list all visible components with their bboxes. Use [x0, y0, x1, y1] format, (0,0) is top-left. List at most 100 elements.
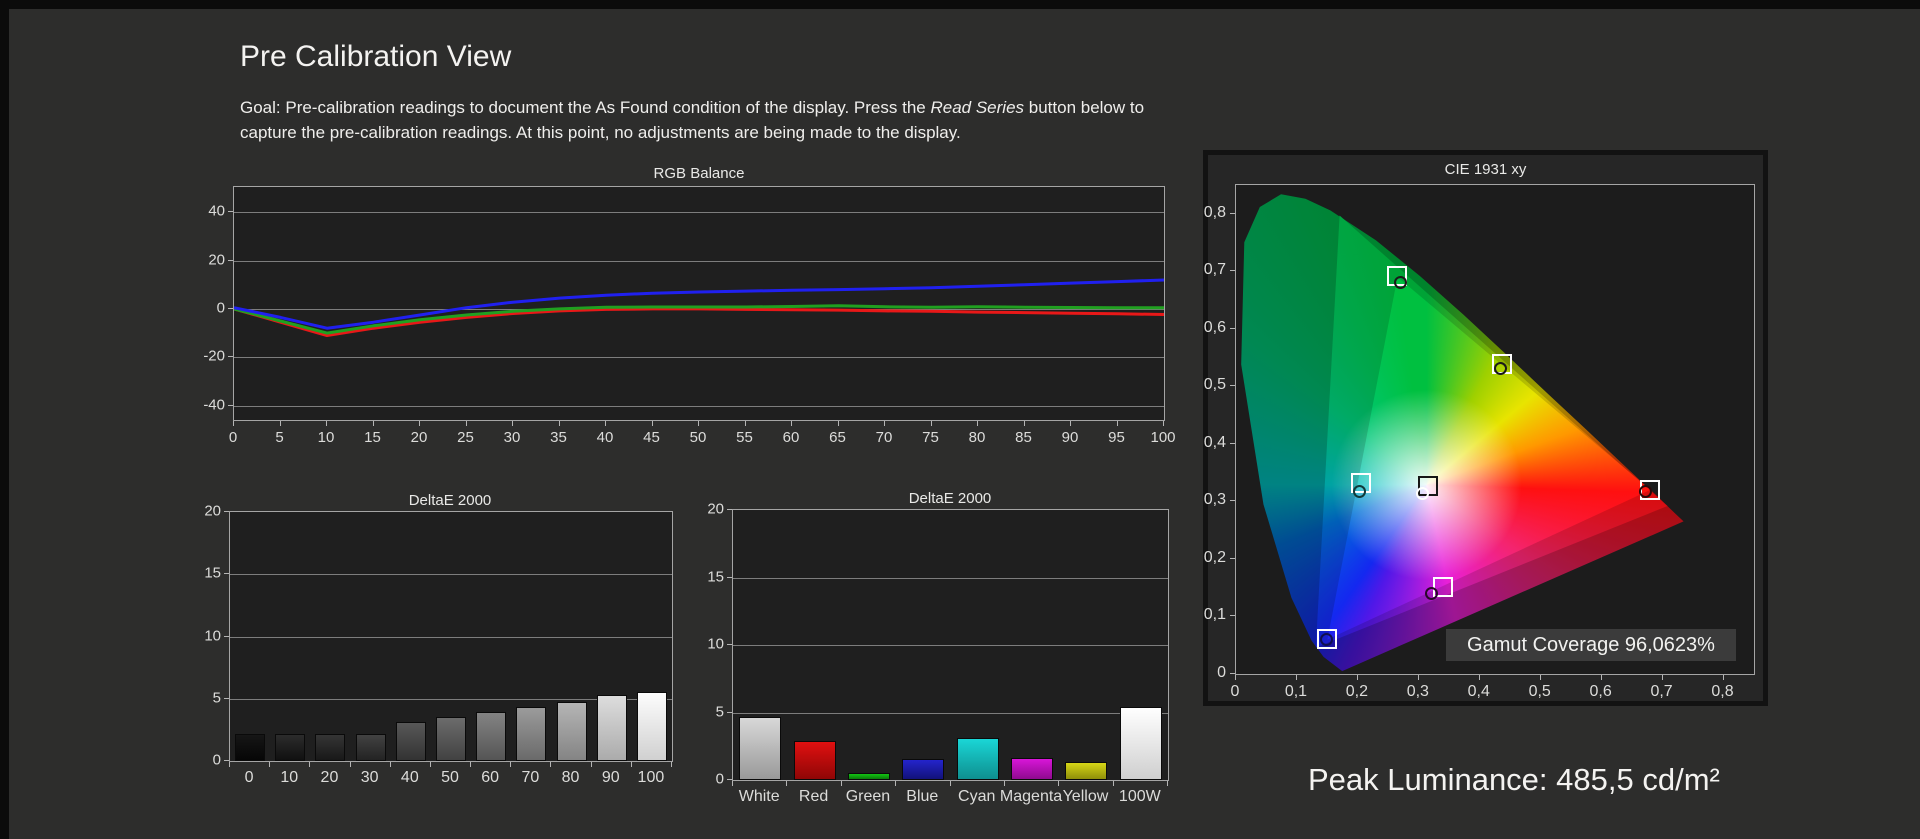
rgb-x-tick	[419, 421, 420, 426]
cie-x-tick	[1723, 675, 1724, 680]
rgb-balance-plot[interactable]	[233, 186, 1165, 421]
deltae-y-tick-label: 15	[177, 565, 221, 582]
grayscale-deltae-title: DeltaE 2000	[409, 492, 492, 509]
rgb-x-tick	[233, 421, 234, 426]
rgb-x-tick	[652, 421, 653, 426]
rgb-y-tick-label: 20	[181, 251, 225, 268]
deltae-bar	[235, 734, 265, 761]
deltae-x-boundary-tick	[269, 762, 270, 767]
rgb-x-tick	[1070, 421, 1071, 426]
rgb-x-tick-label: 85	[1015, 429, 1032, 446]
rgb-y-tick	[228, 260, 233, 261]
deltae-y-tick	[224, 511, 229, 512]
deltae-gridline	[733, 645, 1168, 646]
deltae-bar	[356, 734, 386, 761]
cie-x-tick	[1418, 675, 1419, 680]
page-title: Pre Calibration View	[240, 40, 511, 74]
cie-y-tick-label: 0,2	[1182, 549, 1226, 567]
deltae-bar	[957, 738, 999, 780]
deltae-category-label: 70	[521, 769, 539, 787]
gamut-measured-marker-yellow	[1494, 362, 1507, 375]
deltae-bar	[739, 717, 781, 780]
goal-line1-pre: Goal: Pre-calibration readings to docume…	[240, 98, 930, 117]
rgb-x-tick	[280, 421, 281, 426]
cie-y-tick-label: 0,3	[1182, 491, 1226, 509]
rgb-x-tick-label: 95	[1108, 429, 1125, 446]
rgb-y-tick-label: 0	[181, 299, 225, 316]
deltae-y-tick	[727, 644, 732, 645]
cie-x-tick	[1479, 675, 1480, 680]
deltae-x-boundary-tick	[841, 781, 842, 786]
rgb-y-tick	[228, 405, 233, 406]
gamut-coverage-badge: Gamut Coverage 96,0623%	[1446, 629, 1736, 661]
cie-x-tick-label: 0,4	[1468, 683, 1490, 701]
goal-emphasis: Read Series	[930, 98, 1024, 117]
goal-text: Goal: Pre-calibration readings to docume…	[240, 95, 1144, 145]
cie-x-tick-label: 0	[1231, 683, 1240, 701]
deltae-y-tick	[224, 760, 229, 761]
deltae-y-tick-label: 10	[177, 627, 221, 644]
rgb-x-tick-label: 60	[783, 429, 800, 446]
color-deltae-plot[interactable]	[732, 509, 1169, 781]
window-edge-left	[0, 0, 9, 839]
deltae-category-label: 30	[361, 769, 379, 787]
deltae-x-boundary-tick	[470, 762, 471, 767]
deltae-bar	[476, 712, 506, 761]
deltae-x-boundary-tick	[350, 762, 351, 767]
rgb-x-tick-label: 5	[275, 429, 283, 446]
gamut-measured-marker-magenta	[1425, 587, 1438, 600]
deltae-x-boundary-tick	[950, 781, 951, 786]
cie-x-tick	[1235, 675, 1236, 680]
deltae-category-label: 80	[562, 769, 580, 787]
deltae-gridline	[230, 637, 672, 638]
deltae-bar	[557, 702, 587, 761]
cie-plot[interactable]: Gamut Coverage 96,0623%	[1235, 184, 1755, 675]
deltae-category-label: White	[739, 788, 780, 806]
grayscale-deltae-plot[interactable]	[229, 511, 673, 762]
cie-x-tick-label: 0,3	[1407, 683, 1429, 701]
deltae-bar	[315, 734, 345, 761]
rgb-x-tick-label: 15	[364, 429, 381, 446]
deltae-bar	[848, 773, 890, 780]
deltae-x-boundary-tick	[229, 762, 230, 767]
rgb-y-tick	[228, 211, 233, 212]
cie-x-tick-label: 0,6	[1590, 683, 1612, 701]
rgb-balance-title: RGB Balance	[654, 165, 745, 182]
cie-x-tick	[1662, 675, 1663, 680]
rgb-x-tick-label: 50	[690, 429, 707, 446]
deltae-bar	[1065, 762, 1107, 780]
cie-y-tick-label: 0,8	[1182, 204, 1226, 222]
gamut-measured-marker-white	[1416, 487, 1429, 500]
cie-y-tick	[1230, 558, 1235, 559]
deltae-y-tick-label: 20	[177, 503, 221, 520]
cie-x-tick	[1540, 675, 1541, 680]
deltae-y-tick	[727, 577, 732, 578]
deltae-category-label: Green	[846, 788, 890, 806]
deltae-bar	[1011, 758, 1053, 780]
rgb-y-tick-label: -40	[181, 396, 225, 413]
cie-y-tick	[1230, 270, 1235, 271]
deltae-x-boundary-tick	[671, 762, 672, 767]
rgb-x-tick	[605, 421, 606, 426]
deltae-x-boundary-tick	[510, 762, 511, 767]
rgb-x-tick-label: 40	[597, 429, 614, 446]
deltae-y-tick-label: 0	[177, 752, 221, 769]
deltae-category-label: Magenta	[1000, 788, 1062, 806]
deltae-category-label: 50	[441, 769, 459, 787]
deltae-category-label: 20	[321, 769, 339, 787]
deltae-x-boundary-tick	[309, 762, 310, 767]
deltae-x-boundary-tick	[1058, 781, 1059, 786]
deltae-x-boundary-tick	[895, 781, 896, 786]
rgb-x-tick	[326, 421, 327, 426]
deltae-bar	[597, 695, 627, 761]
rgb-x-tick	[931, 421, 932, 426]
deltae-x-boundary-tick	[390, 762, 391, 767]
pre-calibration-view: Pre Calibration View Goal: Pre-calibrati…	[0, 0, 1920, 839]
deltae-category-label: Red	[799, 788, 828, 806]
deltae-y-tick	[224, 698, 229, 699]
deltae-bar	[436, 717, 466, 761]
rgb-x-tick-label: 80	[969, 429, 986, 446]
cie-y-tick-label: 0,5	[1182, 376, 1226, 394]
rgb-series-blue	[234, 280, 1164, 328]
rgb-x-tick	[884, 421, 885, 426]
